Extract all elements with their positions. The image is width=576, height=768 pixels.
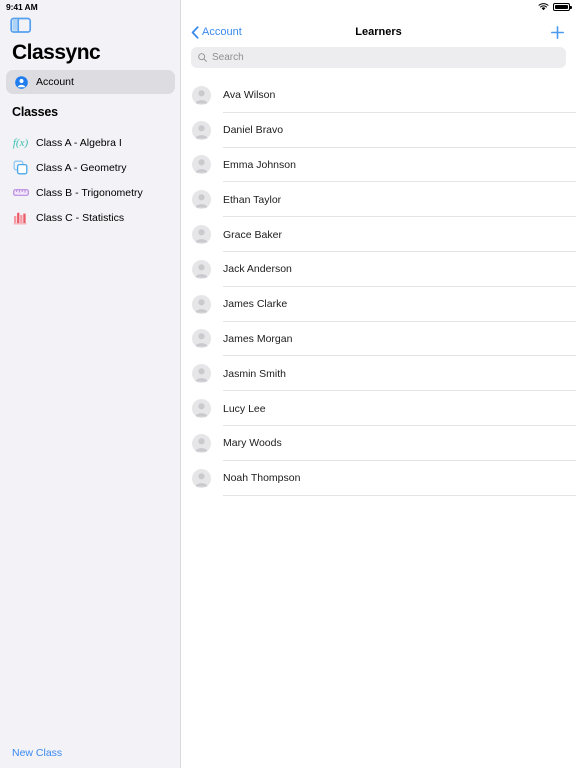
search-bar-container: Search (181, 47, 576, 68)
learner-name: James Morgan (223, 332, 293, 345)
sidebar-item-label: Class C - Statistics (36, 211, 125, 224)
new-class-button[interactable]: New Class (12, 747, 62, 759)
avatar (192, 468, 211, 488)
bar-chart-icon (12, 210, 29, 226)
learner-row[interactable]: Mary Woods (181, 426, 576, 461)
shapes-squares-icon (12, 160, 29, 176)
learner-row[interactable]: Ethan Taylor (181, 182, 576, 218)
learner-row[interactable]: Ava Wilson (181, 78, 576, 113)
learner-row[interactable]: Jasmin Smith (181, 356, 576, 392)
battery-icon (553, 3, 572, 11)
sidebar-item-class-statistics[interactable]: Class C - Statistics (0, 205, 181, 230)
status-bar-time: 9:41 AM (6, 2, 38, 12)
navigation-bar: Account Learners (181, 14, 576, 50)
avatar (192, 294, 211, 314)
learner-name: Jack Anderson (223, 263, 292, 276)
learner-name: James Clarke (223, 298, 288, 311)
learner-row[interactable]: James Morgan (181, 322, 576, 357)
sidebar-item-label: Class A - Geometry (36, 161, 127, 174)
learner-name: Noah Thompson (223, 472, 301, 485)
chevron-left-icon (191, 25, 199, 39)
learner-name: Daniel Bravo (223, 124, 284, 137)
learner-name: Mary Woods (223, 437, 282, 450)
learner-row[interactable]: Jack Anderson (181, 252, 576, 287)
app-title: Classync (12, 41, 101, 64)
sidebar-item-class-geometry[interactable]: Class A - Geometry (0, 155, 181, 180)
sidebar-item-account-label: Account (36, 76, 74, 88)
add-learner-button[interactable] (548, 23, 566, 41)
learner-list: Ava Wilson Daniel Bravo Emma Johnson Ethan … (181, 78, 576, 496)
back-button-label: Account (202, 26, 242, 38)
person-circle-icon (15, 75, 28, 89)
learner-row[interactable]: Noah Thompson (181, 461, 576, 496)
plus-icon (550, 25, 564, 39)
learner-name: Ethan Taylor (223, 193, 282, 206)
app-screen: 9:41 AM Classync Account Classes f(x) Cl… (0, 0, 576, 768)
sidebar-class-list: f(x) Class A - Algebra I Class A - Geome… (0, 130, 181, 230)
learner-name: Ava Wilson (223, 89, 276, 102)
avatar (192, 120, 211, 140)
avatar (192, 259, 211, 279)
avatar (192, 399, 211, 419)
avatar (192, 225, 211, 245)
sidebar-toggle-icon[interactable] (10, 16, 32, 34)
avatar (192, 329, 211, 349)
function-fx-icon: f(x) (12, 136, 29, 149)
search-placeholder: Search (212, 52, 244, 63)
avatar (192, 433, 211, 453)
avatar (192, 190, 211, 210)
learner-name: Grace Baker (223, 228, 282, 241)
learner-name: Lucy Lee (223, 402, 266, 415)
learner-row[interactable]: Daniel Bravo (181, 113, 576, 148)
learner-row[interactable]: Grace Baker (181, 217, 576, 252)
status-bar-indicators (538, 3, 572, 11)
learner-row[interactable]: James Clarke (181, 287, 576, 322)
status-bar: 9:41 AM (0, 0, 576, 14)
sidebar-section-classes: Classes (12, 105, 58, 119)
sidebar-item-account[interactable]: Account (6, 70, 175, 94)
learner-row[interactable]: Emma Johnson (181, 148, 576, 183)
wifi-icon (538, 3, 549, 11)
sidebar-item-class-trigonometry[interactable]: Class B - Trigonometry (0, 180, 181, 205)
learner-name: Jasmin Smith (223, 367, 287, 380)
sidebar-item-class-algebra[interactable]: f(x) Class A - Algebra I (0, 130, 181, 155)
learner-row[interactable]: Lucy Lee (181, 391, 576, 426)
learner-name: Emma Johnson (223, 158, 296, 171)
avatar (192, 364, 211, 384)
search-input[interactable]: Search (191, 47, 566, 68)
sidebar-item-label: Class A - Algebra I (36, 136, 122, 149)
ruler-icon (12, 185, 29, 201)
search-icon (198, 53, 207, 62)
row-separator (223, 494, 576, 496)
content-pane: Account Learners Search Ava Wilson Daniel… (181, 0, 576, 768)
avatar (192, 155, 211, 175)
back-button[interactable]: Account (191, 25, 242, 39)
sidebar: Classync Account Classes f(x) Class A - … (0, 0, 181, 768)
avatar (192, 85, 211, 105)
sidebar-item-label: Class B - Trigonometry (36, 186, 143, 199)
